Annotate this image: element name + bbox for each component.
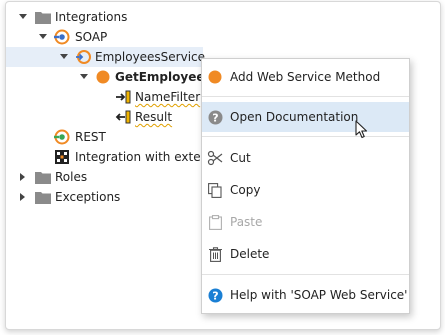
tree-item-label: Integration with extern <box>75 150 213 164</box>
folder-icon <box>35 167 51 187</box>
menu-item-label: Cut <box>230 151 251 165</box>
tree-item-name-filter[interactable]: NameFilter <box>6 87 206 107</box>
rest-service-icon <box>54 127 70 147</box>
tree-item-result[interactable]: Result <box>6 107 206 127</box>
context-menu: Add Web Service Method ? Open Documentat… <box>201 58 410 314</box>
chevron-right-icon[interactable] <box>17 167 29 187</box>
tree-item-integration-external[interactable]: Integration with extern <box>6 147 213 167</box>
trash-icon <box>207 246 223 262</box>
tree-item-exceptions[interactable]: Exceptions <box>6 187 206 207</box>
menu-item-label: Open Documentation <box>230 110 359 124</box>
mouse-cursor-icon <box>355 120 369 143</box>
copy-icon <box>207 182 223 198</box>
tree-item-label: Result <box>135 110 173 124</box>
tree-item-roles[interactable]: Roles <box>6 167 206 187</box>
tree-item-label: Integrations <box>55 10 128 24</box>
chevron-down-icon[interactable] <box>58 47 70 67</box>
menu-item-label: Copy <box>230 183 261 197</box>
menu-separator <box>202 96 409 97</box>
svg-text:?: ? <box>212 111 218 124</box>
tree-item-rest[interactable]: REST <box>6 127 206 147</box>
tree-item-integrations[interactable]: Integrations <box>6 7 440 27</box>
scissors-icon <box>207 150 223 166</box>
output-parameter-icon <box>115 107 131 127</box>
chevron-right-icon[interactable] <box>17 187 29 207</box>
menu-item-label: Delete <box>230 247 270 261</box>
tree-item-get-employee[interactable]: GetEmployee <box>6 67 206 87</box>
folder-icon <box>35 7 51 27</box>
chevron-down-icon[interactable] <box>37 27 49 47</box>
menu-item-copy[interactable]: Copy <box>202 175 409 205</box>
folder-icon <box>35 187 51 207</box>
input-parameter-icon <box>115 87 131 107</box>
method-icon <box>95 67 111 87</box>
menu-item-add-web-service-method[interactable]: Add Web Service Method <box>202 62 409 92</box>
soap-service-icon <box>54 27 70 47</box>
method-icon <box>207 69 223 85</box>
tree-item-label: SOAP <box>75 30 108 44</box>
menu-item-help[interactable]: ? Help with 'SOAP Web Service' <box>202 280 409 310</box>
tree-item-label: REST <box>75 130 106 144</box>
chevron-down-icon[interactable] <box>78 67 90 87</box>
help-icon: ? <box>207 287 223 303</box>
tree-item-soap[interactable]: SOAP <box>6 27 440 47</box>
tree-item-employees-service[interactable]: EmployeesService <box>6 47 206 67</box>
clipboard-icon <box>207 214 223 230</box>
tree-item-label: NameFilter <box>135 90 201 104</box>
tree-item-label: EmployeesService <box>95 50 206 64</box>
question-icon: ? <box>207 109 223 125</box>
menu-item-cut[interactable]: Cut <box>202 143 409 173</box>
tree-item-label: Roles <box>55 170 88 184</box>
tree-item-label: Exceptions <box>55 190 121 204</box>
integration-icon <box>54 147 70 167</box>
menu-separator <box>202 274 409 275</box>
menu-item-label: Add Web Service Method <box>230 70 381 84</box>
svg-text:?: ? <box>212 289 218 302</box>
menu-item-delete[interactable]: Delete <box>202 239 409 269</box>
menu-item-paste[interactable]: Paste <box>202 207 409 237</box>
tree-item-label: GetEmployee <box>115 70 205 84</box>
chevron-down-icon[interactable] <box>17 7 29 27</box>
web-service-icon <box>75 47 91 67</box>
menu-item-open-documentation[interactable]: ? Open Documentation <box>202 102 409 132</box>
menu-item-label: Paste <box>230 215 263 229</box>
menu-item-label: Help with 'SOAP Web Service' <box>230 288 408 302</box>
menu-separator <box>202 136 409 137</box>
